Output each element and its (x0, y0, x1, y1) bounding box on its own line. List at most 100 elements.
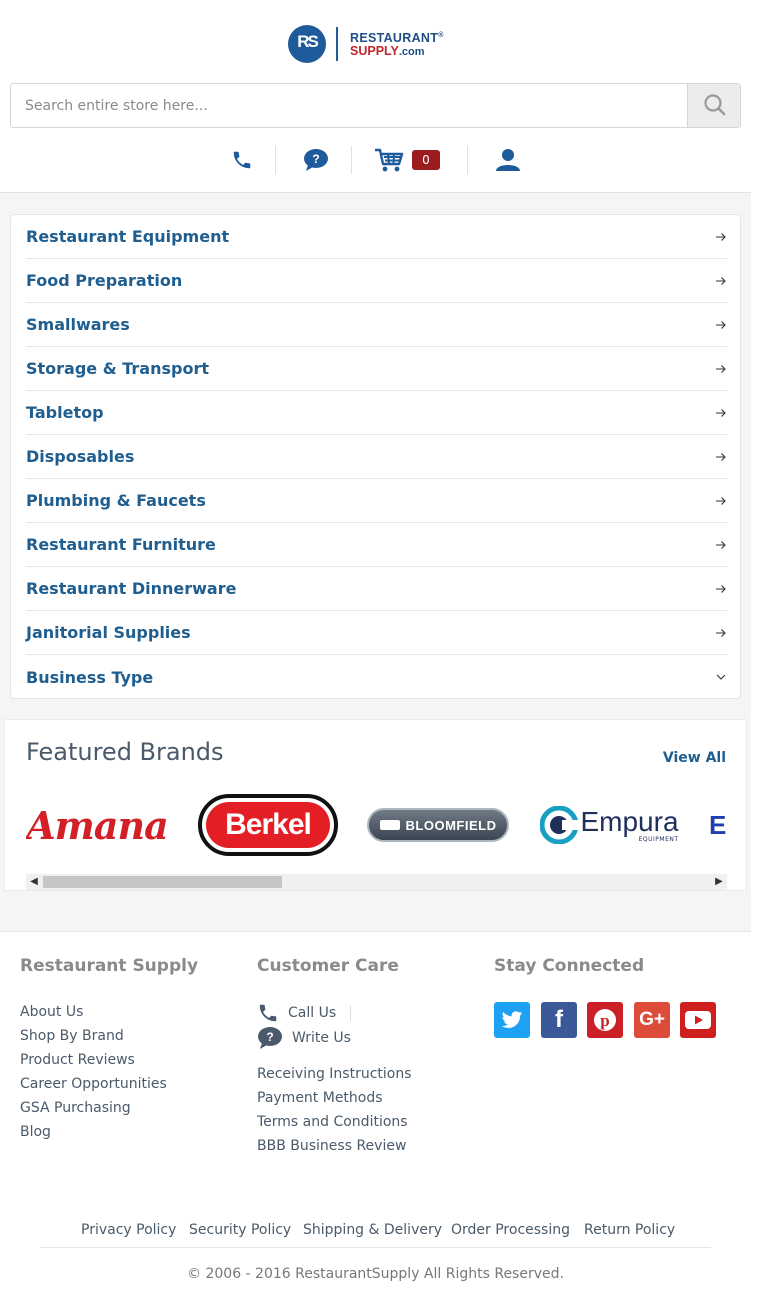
category-item[interactable]: Tabletop (26, 391, 727, 435)
arrow-right-icon (716, 276, 726, 285)
write-us-label: Write Us (292, 1030, 351, 1046)
policy-link[interactable]: Security Policy (189, 1222, 291, 1238)
category-label: Restaurant Furniture (26, 535, 216, 554)
arrow-right-icon (716, 540, 726, 549)
arrow-right-icon (716, 496, 726, 505)
logo-divider (336, 27, 338, 61)
site-logo[interactable]: RS RESTAURANT® SUPPLY.com (288, 24, 444, 64)
logo-line1: RESTAURANT® (350, 31, 444, 46)
brand-carousel: Amana Berkel BLOOMFIELD Empura EQUIPMENT… (26, 790, 727, 860)
twitter-button[interactable] (494, 1002, 530, 1038)
footer-link[interactable]: GSA Purchasing (20, 1100, 131, 1116)
google-plus-button[interactable]: G+ (634, 1002, 670, 1038)
scroll-right-icon[interactable]: ▶ (711, 874, 727, 890)
call-us-label: Call Us (288, 1005, 352, 1021)
cart-count-badge: 0 (412, 150, 440, 170)
logo-mark: RS (288, 25, 326, 63)
account-button[interactable] (490, 143, 526, 177)
footer-col-title: Customer Care (257, 956, 399, 976)
footer-link[interactable]: Terms and Conditions (257, 1114, 408, 1130)
footer-col-title: Restaurant Supply (20, 956, 199, 976)
arrow-right-icon (716, 364, 726, 373)
policy-link[interactable]: Return Policy (584, 1222, 675, 1238)
icon-separator (275, 146, 276, 174)
search-bar (10, 83, 741, 128)
category-label: Plumbing & Faucets (26, 491, 206, 510)
featured-brands-title: Featured Brands (26, 738, 224, 766)
phone-button[interactable] (224, 143, 260, 177)
pinterest-button[interactable]: p (587, 1002, 623, 1038)
user-icon (496, 149, 520, 171)
footer-col-title: Stay Connected (494, 956, 645, 976)
logo-initials: RS (297, 32, 319, 51)
svg-text:p: p (600, 1011, 609, 1030)
category-label: Restaurant Dinnerware (26, 579, 237, 598)
category-label: Storage & Transport (26, 359, 209, 378)
call-us-link[interactable]: Call Us (257, 1002, 352, 1024)
brand-logo-amana: Amana (26, 802, 169, 848)
category-item[interactable]: Janitorial Supplies (26, 611, 727, 655)
category-item-business-type[interactable]: Business Type (26, 655, 727, 699)
brand-berkel[interactable]: Berkel (197, 790, 339, 860)
category-item[interactable]: Food Preparation (26, 259, 727, 303)
category-item[interactable]: Disposables (26, 435, 727, 479)
write-us-link[interactable]: ? Write Us (257, 1026, 351, 1050)
facebook-button[interactable]: f (541, 1002, 577, 1038)
youtube-button[interactable] (680, 1002, 716, 1038)
brand-empura[interactable]: Empura EQUIPMENT (537, 790, 682, 860)
brand-partial[interactable]: EQUIPMENT (709, 790, 727, 860)
brand-carousel-scrollbar[interactable]: ◀ ▶ (26, 874, 727, 890)
category-label: Business Type (26, 667, 154, 687)
chevron-down-icon (716, 674, 726, 680)
policy-link[interactable]: Order Processing (451, 1222, 570, 1238)
category-label: Restaurant Equipment (26, 227, 230, 246)
search-input[interactable] (11, 84, 688, 127)
copyright-text: © 2006 - 2016 RestaurantSupply All Right… (187, 1266, 564, 1282)
header-icon-bar: ? 0 (0, 143, 751, 177)
search-button[interactable] (687, 84, 740, 127)
arrow-right-icon (716, 628, 726, 637)
page-scrollbar[interactable] (751, 0, 768, 1310)
pinterest-icon: p (594, 1009, 616, 1031)
svg-text:?: ? (312, 152, 319, 166)
twitter-icon (501, 1011, 523, 1028)
youtube-icon (685, 1011, 711, 1029)
category-label: Tabletop (26, 403, 104, 422)
policy-link[interactable]: Shipping & Delivery (303, 1222, 442, 1238)
brand-logo-bloomfield: BLOOMFIELD (367, 808, 509, 842)
footer-link[interactable]: BBB Business Review (257, 1138, 406, 1154)
brand-amana[interactable]: Amana (26, 790, 169, 860)
category-item[interactable]: Smallwares (26, 303, 727, 347)
category-item[interactable]: Plumbing & Faucets (26, 479, 727, 523)
site-footer: Restaurant Supply About Us Shop By Brand… (0, 931, 751, 1310)
footer-link[interactable]: Receiving Instructions (257, 1066, 412, 1082)
chat-button[interactable]: ? (298, 143, 334, 177)
footer-link[interactable]: Shop By Brand (20, 1028, 124, 1044)
footer-link[interactable]: About Us (20, 1004, 83, 1020)
footer-link[interactable]: Blog (20, 1124, 51, 1140)
category-item[interactable]: Restaurant Dinnerware (26, 567, 727, 611)
category-item[interactable]: Restaurant Furniture (26, 523, 727, 567)
arrow-right-icon (716, 584, 726, 593)
featured-brands: Featured Brands View All Amana Berkel BL… (4, 719, 747, 891)
footer-link[interactable]: Product Reviews (20, 1052, 135, 1068)
brand-logo-berkel: Berkel (198, 794, 338, 856)
footer-link[interactable]: Payment Methods (257, 1090, 383, 1106)
brand-logo-empura: Empura EQUIPMENT (540, 806, 679, 844)
arrow-right-icon (716, 232, 726, 241)
footer-link[interactable]: Career Opportunities (20, 1076, 167, 1092)
category-label: Smallwares (26, 315, 130, 334)
scroll-left-icon[interactable]: ◀ (26, 874, 42, 890)
brand-logo-partial: EQUIPMENT (709, 809, 727, 840)
brand-bloomfield[interactable]: BLOOMFIELD (366, 790, 510, 860)
site-header: RS RESTAURANT® SUPPLY.com Search entire … (0, 0, 751, 193)
view-all-link[interactable]: View All (663, 750, 726, 766)
arrow-right-icon (716, 320, 726, 329)
scrollbar-thumb[interactable] (43, 876, 282, 888)
category-item[interactable]: Storage & Transport (26, 347, 727, 391)
cart-button[interactable]: 0 (374, 143, 449, 177)
logo-line2: SUPPLY.com (350, 44, 425, 59)
policy-link[interactable]: Privacy Policy (81, 1222, 176, 1238)
category-item[interactable]: Restaurant Equipment (26, 215, 727, 259)
page: RS RESTAURANT® SUPPLY.com Search entire … (0, 0, 751, 1310)
